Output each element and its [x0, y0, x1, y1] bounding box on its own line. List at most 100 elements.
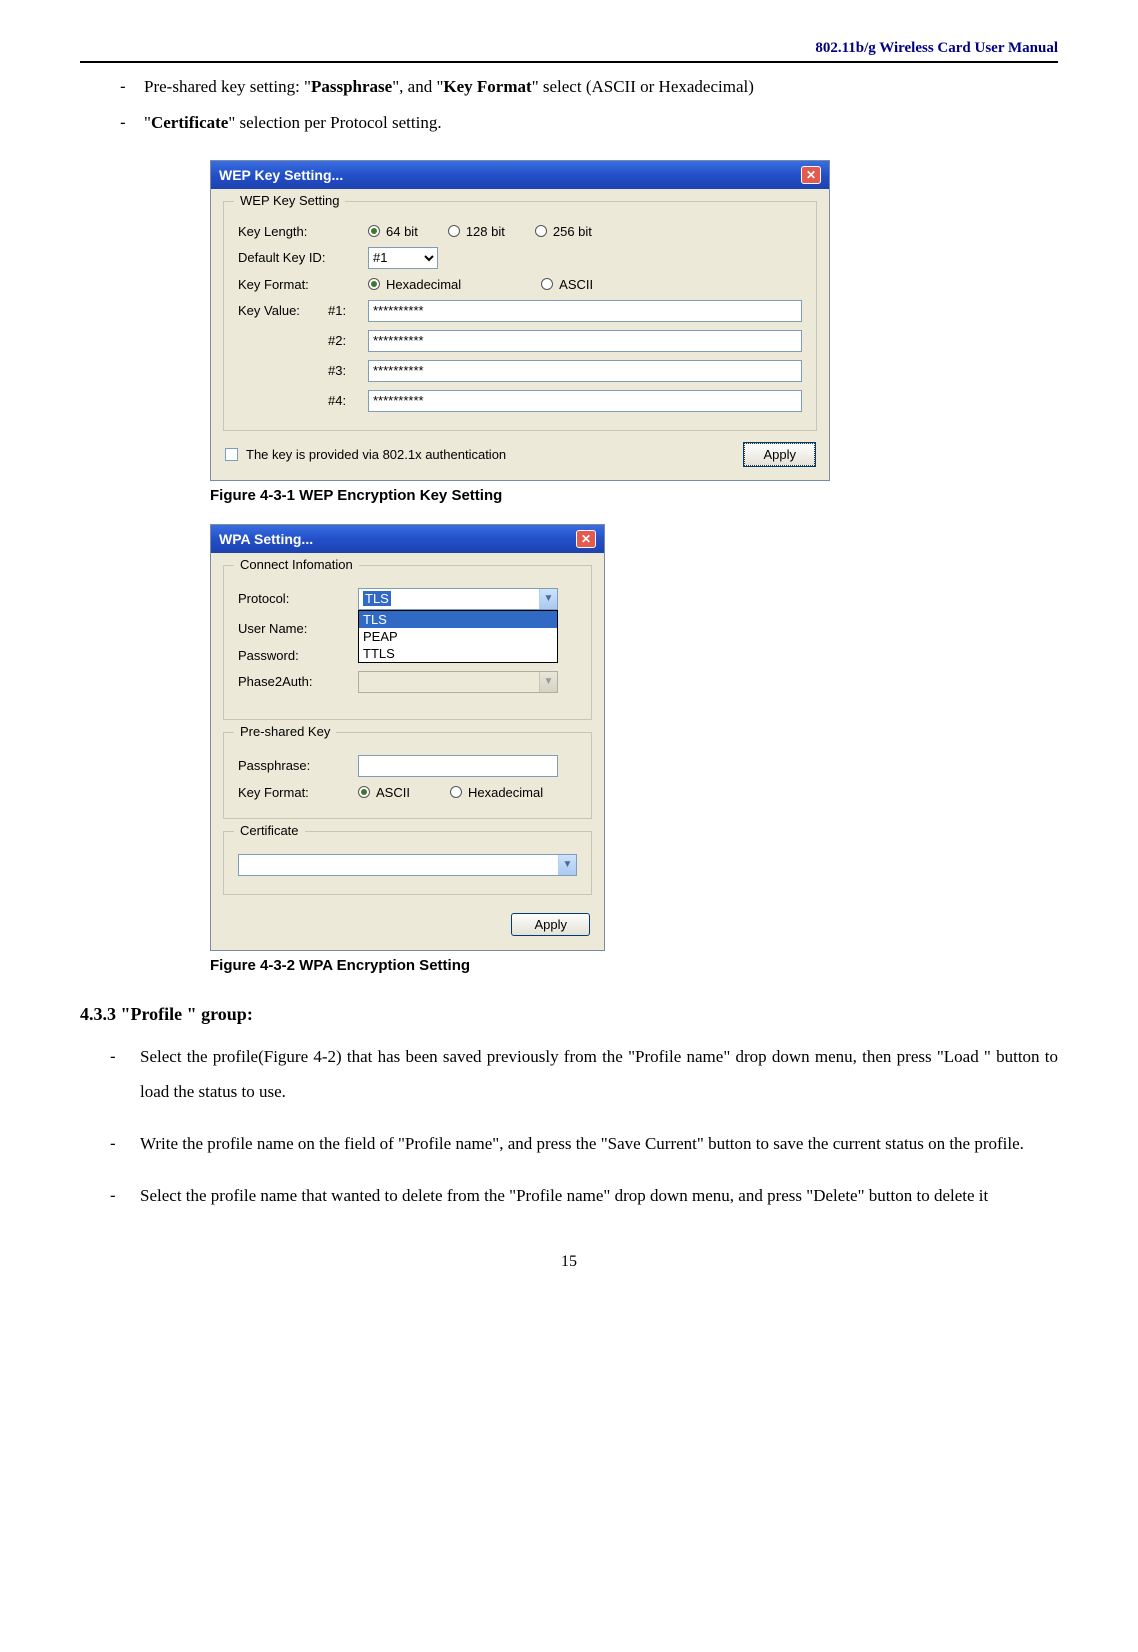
password-label: Password: [238, 648, 358, 663]
radio-256bit[interactable]: 256 bit [535, 224, 592, 239]
figure-4-3-1-caption: Figure 4-3-1 WEP Encryption Key Setting [210, 487, 1058, 504]
radio-wpa-hex[interactable]: Hexadecimal [450, 785, 543, 800]
opt-ttls[interactable]: TTLS [359, 645, 557, 662]
radio-circle-icon [450, 786, 462, 798]
wpa-titlebar[interactable]: WPA Setting... ✕ [211, 525, 604, 553]
cert-group: Certificate ▼ [223, 831, 592, 895]
wep-legend: WEP Key Setting [234, 193, 345, 208]
chevron-down-icon: ▼ [558, 855, 576, 875]
radio-64bit[interactable]: 64 bit [368, 224, 418, 239]
phase2auth-select: ▼ [358, 671, 558, 693]
wpa-title: WPA Setting... [219, 531, 313, 547]
username-label: User Name: [238, 621, 358, 636]
dash-icon: - [120, 107, 144, 139]
row-keyformat: Key Format: Hexadecimal ASCII [238, 277, 802, 292]
8021x-label: The key is provided via 802.1x authentic… [246, 447, 506, 462]
r64-lbl: 64 bit [386, 224, 418, 239]
key2-idx: #2: [328, 333, 368, 348]
cert-legend: Certificate [234, 823, 305, 838]
radio-dot-icon [368, 225, 380, 237]
intro-list: - Pre-shared key setting: "Passphrase", … [80, 71, 1058, 140]
default-key-label: Default Key ID: [238, 250, 368, 265]
intro-bullet-1: - Pre-shared key setting: "Passphrase", … [120, 71, 1058, 103]
row-keylength: Key Length: 64 bit 128 bit 256 bit [238, 224, 802, 239]
figure-4-3-2-caption: Figure 4-3-2 WPA Encryption Setting [210, 957, 1058, 974]
bullet-content: Pre-shared key setting: "Passphrase", an… [144, 71, 1058, 103]
radio-dot-icon [368, 278, 380, 290]
rhex-lbl: Hexadecimal [386, 277, 461, 292]
row-key3: #3: [238, 360, 802, 382]
t2m: " selection per Protocol setting. [228, 113, 441, 132]
t1m: ", and " [392, 77, 443, 96]
key-value-label: Key Value: [238, 303, 328, 318]
default-key-select[interactable]: #1 [368, 247, 438, 269]
t2b: Certificate [151, 113, 228, 132]
wep-titlebar[interactable]: WEP Key Setting... ✕ [211, 161, 829, 189]
key4-input[interactable] [368, 390, 802, 412]
psk-legend: Pre-shared Key [234, 724, 336, 739]
protocol-selected: TLS [363, 591, 391, 606]
close-icon[interactable]: ✕ [576, 530, 596, 548]
connect-info-group: Connect Infomation Protocol: TLS ▼ TLS P… [223, 565, 592, 720]
t1b: Passphrase [311, 77, 392, 96]
dash-icon: - [110, 1039, 140, 1110]
radio-circle-icon [541, 278, 553, 290]
radio-wpa-ascii[interactable]: ASCII [358, 785, 410, 800]
passphrase-label: Passphrase: [238, 758, 358, 773]
wep-groupbox: WEP Key Setting Key Length: 64 bit 128 b… [223, 201, 817, 431]
close-icon[interactable]: ✕ [801, 166, 821, 184]
certificate-select[interactable]: ▼ [238, 854, 577, 876]
row-8021x: The key is provided via 802.1x authentic… [225, 443, 815, 466]
protocol-select[interactable]: TLS ▼ TLS PEAP TTLS [358, 588, 558, 610]
wpa-keyformat-label: Key Format: [238, 785, 358, 800]
key3-input[interactable] [368, 360, 802, 382]
instruction-2-text: Write the profile name on the field of "… [140, 1126, 1058, 1162]
rascii-lbl: ASCII [559, 277, 593, 292]
profile-instructions: - Select the profile(Figure 4-2) that ha… [110, 1039, 1058, 1214]
radio-ascii[interactable]: ASCII [541, 277, 593, 292]
t1s: " select (ASCII or Hexadecimal) [532, 77, 754, 96]
dash-icon: - [110, 1178, 140, 1214]
t1: Pre-shared key setting: " [144, 77, 311, 96]
row-defaultkey: Default Key ID: #1 [238, 247, 802, 269]
chevron-down-icon: ▼ [539, 672, 557, 692]
row-passphrase: Passphrase: [238, 755, 577, 777]
opt-peap[interactable]: PEAP [359, 628, 557, 645]
key-format-radios: Hexadecimal ASCII [368, 277, 593, 292]
page-number: 15 [80, 1253, 1058, 1271]
intro-bullet-2: - "Certificate" selection per Protocol s… [120, 107, 1058, 139]
8021x-checkbox[interactable] [225, 448, 238, 461]
wpa-keyformat-radios: ASCII Hexadecimal [358, 785, 543, 800]
radio-hex[interactable]: Hexadecimal [368, 277, 461, 292]
key2-input[interactable] [368, 330, 802, 352]
row-protocol: Protocol: TLS ▼ TLS PEAP TTLS [238, 588, 577, 610]
opt-tls[interactable]: TLS [359, 611, 557, 628]
dash-icon: - [110, 1126, 140, 1162]
instruction-3-text: Select the profile name that wanted to d… [140, 1178, 1058, 1214]
t2: " [144, 113, 151, 132]
bullet-content: "Certificate" selection per Protocol set… [144, 107, 1058, 139]
wpa-dialog: WPA Setting... ✕ Connect Infomation Prot… [210, 524, 605, 951]
wpa-apply-button[interactable]: Apply [511, 913, 590, 936]
section-4-3-3-heading: 4.3.3 "Profile " group: [80, 1004, 1058, 1025]
radio-128bit[interactable]: 128 bit [448, 224, 505, 239]
rwh-lbl: Hexadecimal [468, 785, 543, 800]
protocol-dropdown-list: TLS PEAP TTLS [358, 610, 558, 663]
row-key1: Key Value: #1: [238, 300, 802, 322]
key-length-radios: 64 bit 128 bit 256 bit [368, 224, 592, 239]
wep-title: WEP Key Setting... [219, 167, 343, 183]
connect-info-legend: Connect Infomation [234, 557, 359, 572]
row-cert: ▼ [238, 854, 577, 876]
radio-dot-icon [358, 786, 370, 798]
wpa-button-row: Apply [211, 907, 604, 950]
wep-apply-button[interactable]: Apply [744, 443, 815, 466]
passphrase-input[interactable] [358, 755, 558, 777]
key-length-label: Key Length: [238, 224, 368, 239]
instruction-2: - Write the profile name on the field of… [110, 1126, 1058, 1162]
key3-idx: #3: [328, 363, 368, 378]
key-format-label: Key Format: [238, 277, 368, 292]
phase2auth-label: Phase2Auth: [238, 674, 358, 689]
key1-input[interactable] [368, 300, 802, 322]
r256-lbl: 256 bit [553, 224, 592, 239]
header-title: 802.11b/g Wireless Card User Manual [80, 40, 1058, 57]
